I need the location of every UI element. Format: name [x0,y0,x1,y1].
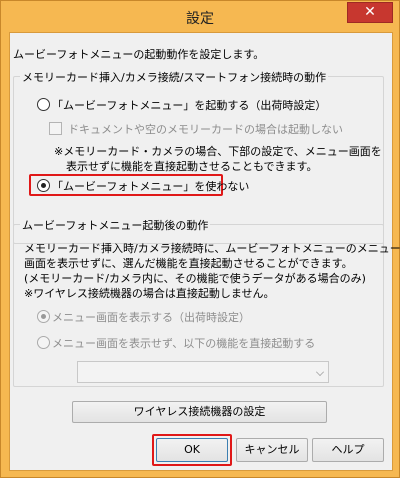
title-bar[interactable]: 設定 ✕ [1,1,399,33]
after-launch-description: メモリーカード挿入時/カメラ接続時に、ムービーフォトメニューのメニュー 画面を表… [24,241,400,301]
radio-not-use-menu-label[interactable]: 「ムービーフォトメニュー」を使わない [52,178,249,194]
note-line: 表示せずに機能を直接起動させることもできます。 [66,160,318,173]
radio-not-use-menu-button[interactable] [37,179,50,192]
radio-direct-launch-button [37,336,50,349]
checkbox-skip-documents-box [49,122,62,135]
radio-direct-launch-label: メニュー画面を表示せず、以下の機能を直接起動する [52,337,316,350]
help-button[interactable]: ヘルプ [312,438,384,462]
description-line: 画面を表示せずに、選んだ機能を直接起動させることができます。 [24,257,353,270]
intro-text: ムービーフォトメニューの起動動作を設定します。 [13,48,265,61]
wireless-settings-button[interactable]: ワイヤレス接続機器の設定 [72,401,327,423]
group-startup-legend: メモリーカード挿入/カメラ接続/スマートフォン接続時の動作 [20,69,329,85]
note-memory-card: ※メモリーカード・カメラの場合、下部の設定で、メニュー画面を 表示せずに機能を直… [54,144,382,174]
description-line: (メモリーカード/カメラ内に、その機能で使うデータがある場合のみ) [24,272,366,285]
radio-launch-menu-button[interactable] [37,98,50,111]
description-line: メモリーカード挿入時/カメラ接続時に、ムービーフォトメニューのメニュー [24,242,400,255]
ok-button[interactable]: OK [156,438,228,462]
window-title: 設定 [186,11,214,27]
settings-window: 設定 ✕ ムービーフォトメニューの起動動作を設定します。 メモリーカード挿入/カ… [0,0,400,478]
cancel-button[interactable]: キャンセル [236,438,308,462]
radio-show-menu-label: メニュー画面を表示する（出荷時設定） [52,311,250,324]
dialog-body: ムービーフォトメニューの起動動作を設定します。 メモリーカード挿入/カメラ接続/… [9,32,400,471]
radio-show-menu-button [37,310,50,323]
group-after-launch-legend: ムービーフォトメニュー起動後の動作 [20,217,211,233]
function-select [77,361,329,383]
note-line: ※メモリーカード・カメラの場合、下部の設定で、メニュー画面を [54,145,382,158]
close-icon: ✕ [364,4,376,20]
chevron-down-icon [316,368,324,376]
close-button[interactable]: ✕ [347,2,393,23]
checkbox-skip-documents-label: ドキュメントや空のメモリーカードの場合は起動しない [68,123,343,136]
radio-launch-menu-label[interactable]: 「ムービーフォトメニュー」を起動する（出荷時設定） [52,97,326,113]
description-line: ※ワイヤレス接続機器の場合は直接起動しません。 [24,287,275,300]
